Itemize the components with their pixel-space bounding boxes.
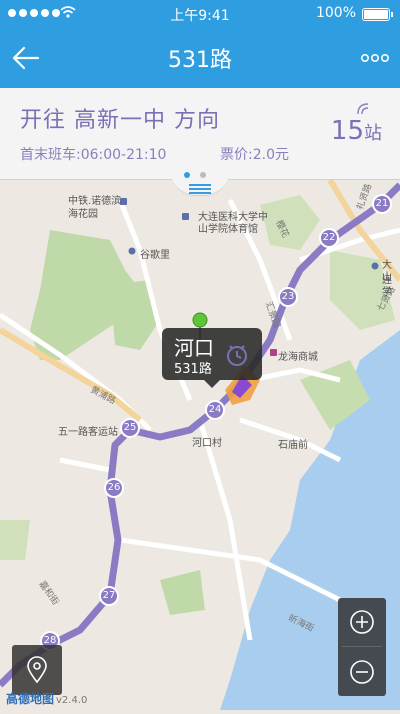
zoom-controls [338, 598, 386, 696]
stop-count: 15站 [331, 116, 382, 146]
status-bar: 上午9:41 100% [0, 0, 400, 28]
top-bar: 上午9:41 100% 531路 [0, 0, 400, 88]
map-label: 谷歌里 [140, 250, 170, 261]
stop-count-number: 15 [330, 116, 364, 146]
destination: 高新一中 [74, 108, 167, 133]
timetable-icon[interactable] [224, 342, 250, 368]
route-stop-marker[interactable]: 21 [372, 194, 392, 214]
stop-count-unit: 站 [364, 123, 382, 144]
battery-percent: 100% [315, 5, 356, 21]
service-hours: 首末班车:06:00-21:10 [20, 147, 167, 163]
location-pin-icon [27, 656, 47, 684]
route-stop-marker[interactable]: 25 [120, 418, 140, 438]
more-icon[interactable] [360, 48, 390, 68]
route-stop-marker[interactable]: 23 [278, 287, 298, 307]
page-indicator [184, 172, 206, 178]
direction-text: 开往 高新一中 方向 [20, 102, 228, 134]
fare-text: 票价:2.0元 [220, 147, 289, 163]
logo-name: 高德地图 [6, 692, 55, 706]
map-label: 山学 [382, 272, 392, 298]
zoom-in-button[interactable] [338, 598, 386, 646]
direction-suffix: 方向 [174, 108, 221, 133]
locate-button[interactable] [12, 645, 62, 695]
map-label: 石庙前 [278, 440, 308, 451]
minus-icon [350, 660, 374, 684]
route-stop-marker[interactable]: 22 [319, 228, 339, 248]
nav-bar: 531路 [0, 28, 400, 88]
map-label: 山学院体育馆 [198, 224, 258, 235]
map-label: 海花园 [68, 209, 98, 220]
battery-icon [362, 8, 393, 21]
page-title: 531路 [168, 48, 232, 73]
route-stop-marker[interactable]: 27 [99, 586, 119, 606]
zoom-out-button[interactable] [338, 648, 386, 696]
route-stop-marker[interactable]: 26 [104, 478, 124, 498]
stop-route: 531路 [174, 362, 212, 377]
route-info-panel[interactable]: 开往 高新一中 方向 首末班车:06:00-21:10 票价:2.0元 15站 [0, 88, 400, 180]
map-label: 河口村 [192, 438, 222, 449]
menu-lines-icon [189, 184, 211, 196]
stop-name: 河口 [174, 336, 214, 360]
map-label: 龙海商城 [278, 352, 318, 363]
map-logo: 高德地图 v2.4.0 [6, 690, 87, 707]
signal-wave-icon [357, 103, 369, 115]
logo-version: v2.4.0 [56, 695, 88, 706]
direction-prefix: 开往 [20, 108, 67, 133]
route-stop-marker[interactable]: 24 [205, 400, 225, 420]
map-label: 五一路客运站 [58, 427, 118, 438]
plus-icon [350, 610, 374, 634]
